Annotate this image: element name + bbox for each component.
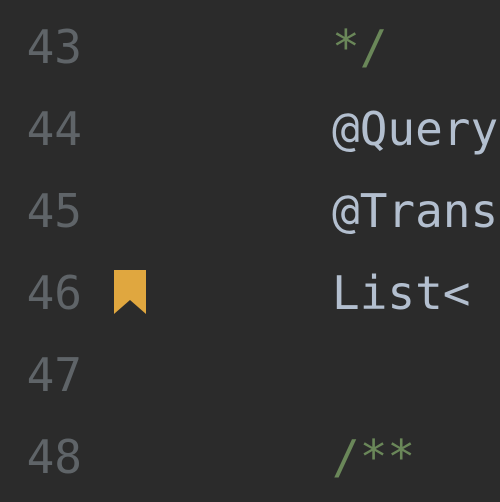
code-line[interactable]: 47 <box>0 334 500 416</box>
code-content[interactable]: */ <box>160 20 500 74</box>
annotation-token: @Query <box>332 102 498 156</box>
line-number[interactable]: 44 <box>0 102 100 156</box>
line-number[interactable]: 47 <box>0 348 100 402</box>
code-content[interactable]: List< <box>160 266 500 320</box>
code-content[interactable]: @Query <box>160 102 500 156</box>
comment-token: /** <box>332 430 415 484</box>
annotation-token: @Trans <box>332 184 498 238</box>
comment-token: */ <box>332 20 387 74</box>
code-line[interactable]: 44 @Query <box>0 88 500 170</box>
line-number[interactable]: 43 <box>0 20 100 74</box>
code-content[interactable]: /** <box>160 430 500 484</box>
bookmark-icon[interactable] <box>113 270 147 316</box>
code-editor[interactable]: 43 */ 44 @Query 45 @Trans 46 List< 47 <box>0 0 500 502</box>
identifier-token: List< <box>332 266 470 320</box>
line-number[interactable]: 48 <box>0 430 100 484</box>
gutter-marks[interactable] <box>100 270 160 316</box>
code-line[interactable]: 48 /** <box>0 416 500 498</box>
code-content[interactable]: @Trans <box>160 184 500 238</box>
line-number[interactable]: 45 <box>0 184 100 238</box>
code-line[interactable]: 46 List< <box>0 252 500 334</box>
code-line[interactable]: 43 */ <box>0 6 500 88</box>
line-number[interactable]: 46 <box>0 266 100 320</box>
code-line[interactable]: 45 @Trans <box>0 170 500 252</box>
